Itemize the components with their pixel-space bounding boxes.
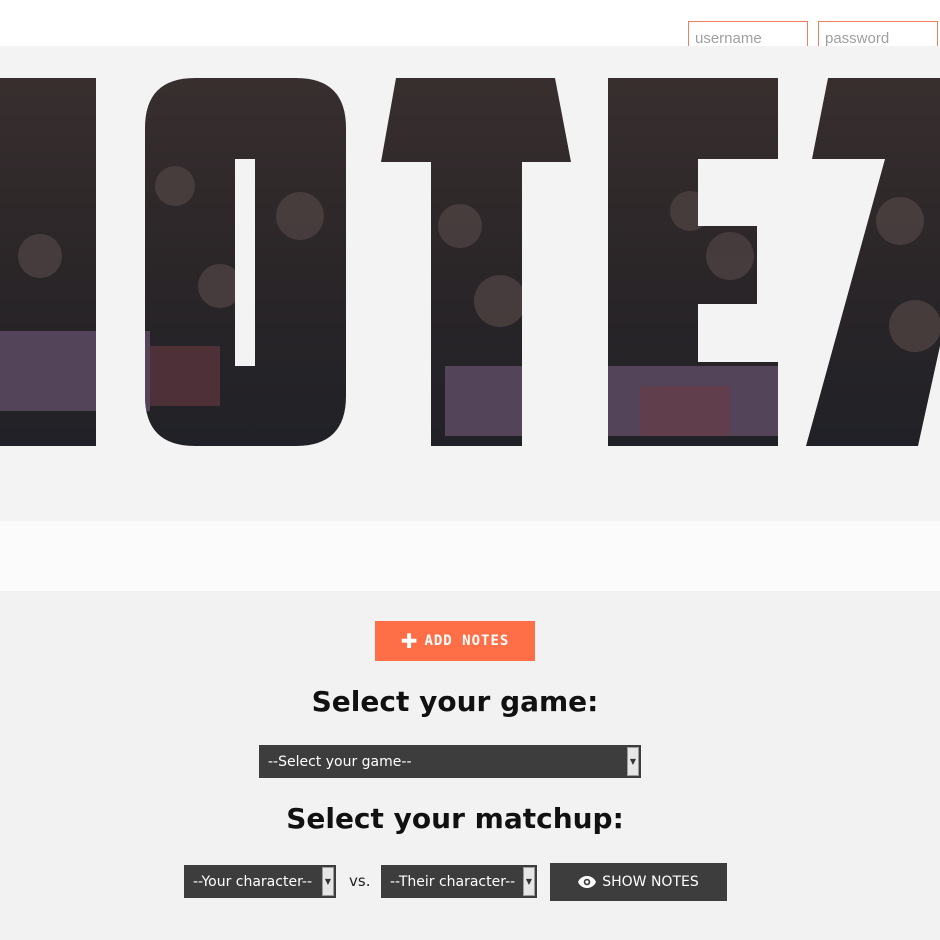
dropdown-arrow-icon[interactable]: ▼: [627, 747, 639, 776]
their-character-value: --Their character--: [390, 873, 516, 890]
versus-label: vs.: [349, 872, 371, 890]
show-notes-button[interactable]: SHOW NOTES: [550, 863, 727, 901]
crowd-photo: [0, 78, 940, 446]
dropdown-arrow-icon[interactable]: ▼: [322, 867, 334, 896]
notez-logo: [0, 78, 940, 446]
show-notes-label: SHOW NOTES: [602, 874, 699, 890]
your-character-select[interactable]: --Your character-- ▼: [184, 865, 336, 898]
select-matchup-heading: Select your matchup:: [286, 802, 624, 835]
add-notes-label: ADD NOTES: [424, 633, 510, 649]
their-character-select[interactable]: --Their character-- ▼: [381, 865, 537, 898]
select-game-heading: Select your game:: [311, 685, 599, 718]
eye-icon: [578, 876, 597, 888]
hero-banner: [0, 46, 940, 521]
notes-panel: ✚ ADD NOTES Select your game: --Select y…: [0, 591, 940, 940]
add-notes-button[interactable]: ✚ ADD NOTES: [375, 621, 535, 661]
hero-footer-band: [0, 521, 940, 591]
game-select[interactable]: --Select your game-- ▼: [259, 745, 641, 778]
plus-icon: ✚: [400, 629, 419, 653]
dropdown-arrow-icon[interactable]: ▼: [523, 867, 535, 896]
your-character-value: --Your character--: [193, 873, 313, 890]
game-select-value: --Select your game--: [268, 753, 412, 770]
